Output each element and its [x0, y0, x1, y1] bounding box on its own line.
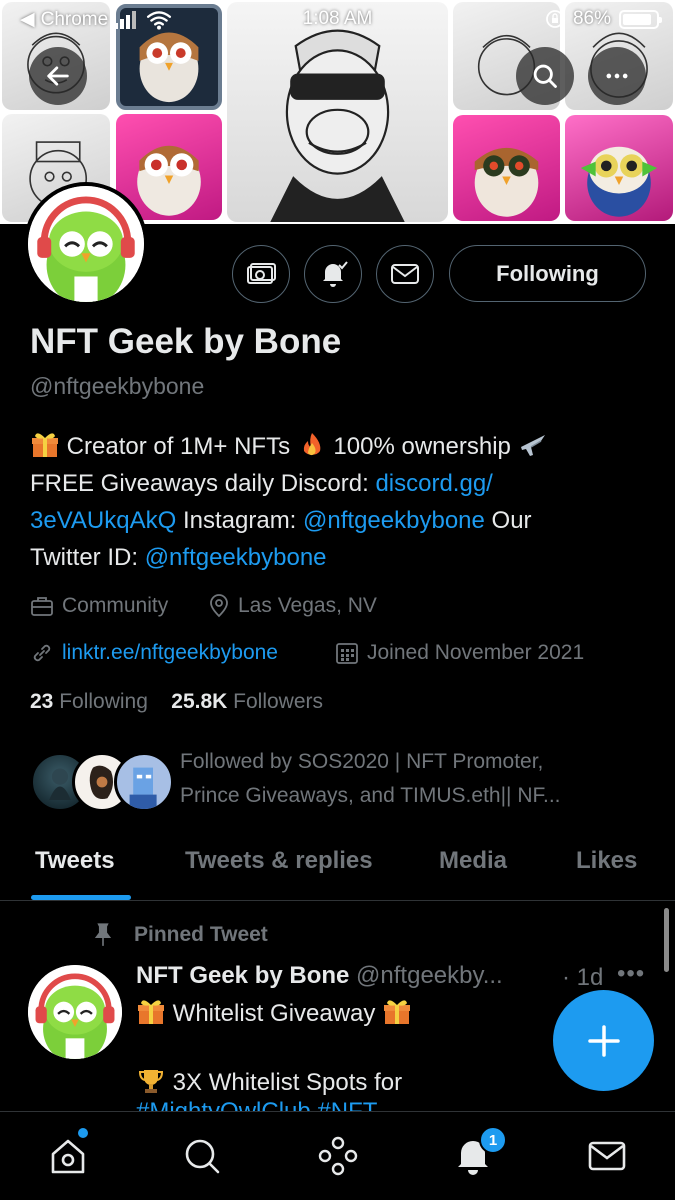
tweet-text-line2: 3X Whitelist Spots for	[136, 1067, 402, 1097]
tab-tweets-replies[interactable]: Tweets & replies	[185, 847, 373, 875]
followed-by-line1: Followed by SOS2020 | NFT Promoter,	[180, 750, 544, 773]
follower-avatar-3	[114, 752, 174, 812]
home-new-dot	[78, 1128, 88, 1138]
message-button[interactable]	[376, 245, 434, 303]
back-button[interactable]	[29, 47, 87, 105]
tweet-author-avatar[interactable]	[28, 965, 122, 1059]
tip-jar-icon	[247, 263, 276, 284]
link-icon	[33, 644, 51, 662]
banner-tile-owl-pink-2	[453, 115, 560, 221]
more-options-button[interactable]	[588, 47, 646, 105]
following-count-link[interactable]: 23 Following	[30, 690, 148, 713]
category-text: Community	[62, 594, 169, 617]
fire-emoji-icon	[303, 433, 321, 456]
calendar-icon	[336, 643, 358, 664]
profile-handle: @nftgeekbybone	[30, 373, 205, 399]
followed-by-text[interactable]: Followed by SOS2020 | NFT Promoter, Prin…	[180, 745, 640, 813]
active-tab-indicator	[31, 895, 131, 900]
discord-link-part2[interactable]: 3eVAUkqAkQ	[30, 507, 176, 534]
more-horizontal-icon	[606, 73, 628, 79]
gift-emoji-icon	[138, 1000, 164, 1024]
battery-percent: 86%	[572, 8, 611, 29]
home-icon	[51, 1139, 85, 1174]
search-button[interactable]	[516, 47, 574, 105]
twitter-id-label: Twitter ID:	[30, 544, 139, 571]
pinned-tweet-text: Pinned Tweet	[134, 923, 268, 946]
envelope-icon	[588, 1141, 626, 1171]
gift-emoji-icon	[32, 433, 58, 457]
scrollbar[interactable]	[664, 908, 669, 972]
tweet-line2-text: 3X Whitelist Spots for	[172, 1069, 403, 1096]
following-count-label: Following	[59, 690, 148, 713]
tweet-timestamp: · 1d	[562, 964, 604, 991]
gift-emoji-icon	[384, 1000, 411, 1024]
tweet-header[interactable]: NFT Geek by Bone @nftgeekby...	[136, 962, 503, 990]
tweet-more-button[interactable]: •••	[617, 960, 645, 988]
profile-tabs: Tweets Tweets & replies Media Likes	[0, 835, 675, 901]
website-link[interactable]: linktr.ee/nftgeekbybone	[62, 641, 278, 665]
instagram-handle-link[interactable]: @nftgeekbybone	[303, 507, 485, 534]
arrow-left-icon	[47, 66, 69, 86]
banner-tile-owl-pink-3	[565, 115, 673, 221]
profile-bio: Creator of 1M+ NFTs 100% ownership FREE …	[30, 428, 650, 576]
status-bar: ◀ Chrome 1:08 AM 86%	[0, 0, 675, 38]
profile-avatar[interactable]	[24, 182, 148, 306]
pin-icon	[94, 923, 112, 946]
followers-count-link[interactable]: 25.8K Followers	[171, 690, 323, 713]
followed-by-avatars[interactable]	[30, 752, 174, 812]
nav-messages[interactable]	[585, 1134, 629, 1178]
profile-name: NFT Geek by Bone	[30, 322, 342, 361]
search-icon	[185, 1139, 220, 1174]
trophy-emoji-icon	[138, 1070, 164, 1093]
twitter-handle-link[interactable]: @nftgeekbybone	[145, 544, 327, 571]
tab-tweets[interactable]: Tweets	[35, 847, 115, 875]
pinned-tweet-label: Pinned Tweet	[90, 922, 268, 948]
search-icon	[533, 64, 557, 88]
website-meta[interactable]: linktr.ee/nftgeekbybone	[30, 641, 278, 665]
nav-home[interactable]	[46, 1128, 90, 1178]
tweet-author-name: NFT Geek by Bone	[136, 962, 350, 989]
bell-check-icon	[323, 261, 348, 287]
status-right: 86%	[545, 8, 662, 30]
notifications-badge: 1	[479, 1126, 507, 1154]
tip-button[interactable]	[232, 245, 290, 303]
tweet-text-line1: Whitelist Giveaway	[136, 998, 412, 1028]
followed-by-line2: Prince Giveaways, and TIMUS.eth|| NF...	[180, 784, 561, 807]
joined-text: Joined November 2021	[367, 641, 585, 664]
nav-notifications[interactable]: 1	[451, 1126, 507, 1178]
bio-line2: FREE Giveaways daily Discord:	[30, 470, 369, 497]
bio-line1-part1: Creator of 1M+ NFTs	[66, 433, 291, 460]
location-text: Las Vegas, NV	[238, 594, 377, 617]
briefcase-icon	[31, 597, 53, 616]
tweet-line1-text: Whitelist Giveaway	[172, 1000, 376, 1027]
our-label: Our	[491, 507, 532, 534]
nav-spaces[interactable]	[316, 1134, 360, 1178]
tab-media[interactable]: Media	[439, 847, 507, 875]
followers-count-label: Followers	[233, 690, 324, 713]
airplane-emoji-icon	[520, 435, 545, 456]
joined-meta: Joined November 2021	[335, 641, 584, 665]
plus-icon	[587, 1024, 620, 1057]
following-count: 23	[30, 690, 54, 713]
tweet-text-line3[interactable]: #MightyOwlClub #NFT	[136, 1098, 377, 1112]
envelope-icon	[391, 264, 419, 284]
instagram-label: Instagram:	[182, 507, 297, 534]
rotation-lock-icon	[546, 10, 564, 28]
battery-icon	[619, 9, 662, 29]
tweet-author-handle: @nftgeekby...	[356, 962, 503, 989]
nav-search[interactable]	[180, 1134, 224, 1178]
tab-likes[interactable]: Likes	[576, 847, 637, 875]
follow-counts: 23 Following 25.8K Followers	[30, 690, 323, 714]
communities-icon	[318, 1136, 358, 1176]
compose-tweet-button[interactable]	[553, 990, 654, 1091]
followers-count: 25.8K	[171, 690, 228, 713]
discord-link-part1[interactable]: discord.gg/	[375, 470, 492, 497]
category-meta: Community	[30, 594, 168, 618]
bottom-navigation: 1	[0, 1111, 675, 1200]
location-meta: Las Vegas, NV	[208, 594, 377, 618]
bio-line1-part2: 100% ownership	[333, 433, 511, 460]
following-button[interactable]: Following	[449, 245, 646, 302]
notifications-subscribe-button[interactable]	[304, 245, 362, 303]
location-pin-icon	[210, 594, 228, 618]
